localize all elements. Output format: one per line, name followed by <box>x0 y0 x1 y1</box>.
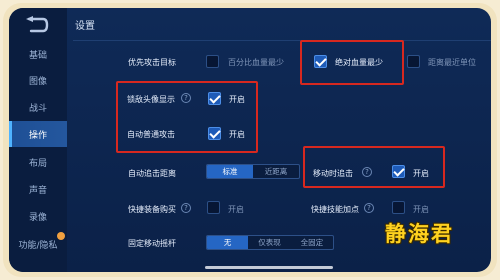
page-title: 设置 <box>75 21 95 32</box>
priority-target-label: 优先攻击目标 <box>128 58 176 67</box>
sidebar-item-combat[interactable]: 战斗 <box>9 94 67 120</box>
sidebar-item-layout[interactable]: 布局 <box>9 149 67 175</box>
sidebar-item-label: 录像 <box>28 212 47 223</box>
sidebar: 基础 图像 战斗 操作 布局 声音 录像 功能/隐私 <box>9 8 67 272</box>
auto-chase-label: 自动追击距离 <box>128 169 176 178</box>
quick-skill-state: 开启 <box>413 205 429 214</box>
sidebar-item-label: 操作 <box>28 130 47 141</box>
sidebar-item-controls[interactable]: 操作 <box>9 121 67 147</box>
fixed-joystick-option-full[interactable]: 全固定 <box>291 236 333 249</box>
fixed-joystick-label: 固定移动摇杆 <box>128 239 176 248</box>
percent-hp-label: 百分比血量最少 <box>228 58 284 67</box>
back-icon[interactable] <box>23 14 51 36</box>
sidebar-item-label: 布局 <box>28 158 47 169</box>
sidebar-item-replay[interactable]: 录像 <box>9 203 67 229</box>
settings-screen: 基础 图像 战斗 操作 布局 声音 录像 功能/隐私 设置 优先攻击目标 百分比… <box>9 8 491 272</box>
nearest-unit-label: 距离最近单位 <box>428 58 476 67</box>
quick-skill-label: 快捷技能加点 <box>311 205 359 214</box>
sidebar-item-label: 图像 <box>28 76 47 87</box>
sidebar-item-sound[interactable]: 声音 <box>9 176 67 202</box>
help-icon[interactable]: ? <box>364 203 374 213</box>
sidebar-item-label: 战斗 <box>28 103 47 114</box>
sidebar-item-label: 基础 <box>28 50 47 61</box>
scroll-indicator[interactable] <box>205 266 333 269</box>
percent-hp-checkbox[interactable] <box>206 55 219 68</box>
sidebar-item-graphics[interactable]: 图像 <box>9 67 67 93</box>
fixed-joystick-segmented: 无 仅表现 全固定 <box>206 235 334 250</box>
quick-buy-checkbox[interactable] <box>207 201 220 214</box>
quick-buy-state: 开启 <box>228 205 244 214</box>
sidebar-item-label: 功能/隐私 <box>18 240 58 251</box>
sidebar-item-basic[interactable]: 基础 <box>9 41 67 67</box>
auto-chase-segmented: 标准 近距离 <box>206 164 300 179</box>
sidebar-item-label: 声音 <box>28 185 47 196</box>
header-divider <box>73 40 491 41</box>
notification-dot-icon <box>57 232 65 240</box>
highlight-box-absolute-hp <box>300 40 404 85</box>
help-icon[interactable]: ? <box>181 203 191 213</box>
auto-chase-option-standard[interactable]: 标准 <box>207 165 253 178</box>
fixed-joystick-option-none[interactable]: 无 <box>207 236 249 249</box>
watermark-text: 静海君 <box>385 222 454 246</box>
highlight-box-move-chase <box>303 146 445 188</box>
quick-skill-checkbox[interactable] <box>392 201 405 214</box>
nearest-unit-checkbox[interactable] <box>407 55 420 68</box>
fixed-joystick-option-visual[interactable]: 仅表现 <box>248 236 290 249</box>
sidebar-item-privacy[interactable]: 功能/隐私 <box>9 231 67 257</box>
auto-chase-option-near[interactable]: 近距离 <box>253 165 299 178</box>
highlight-box-lock-and-attack <box>116 81 258 153</box>
quick-buy-label: 快捷装备购买 <box>128 205 176 214</box>
